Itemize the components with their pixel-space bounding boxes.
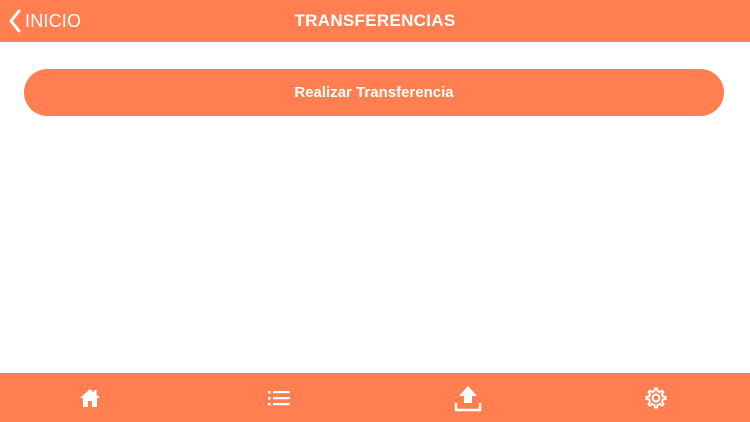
back-button[interactable]: INICIO bbox=[8, 0, 81, 42]
gear-icon bbox=[644, 386, 668, 410]
tab-settings[interactable] bbox=[626, 373, 686, 422]
tab-transfer[interactable] bbox=[438, 373, 498, 422]
make-transfer-button[interactable]: Realizar Transferencia bbox=[24, 69, 724, 116]
chevron-left-icon bbox=[8, 9, 22, 33]
top-navigation-bar: INICIO TRANSFERENCIAS bbox=[0, 0, 750, 42]
list-icon bbox=[267, 389, 291, 407]
main-content: Realizar Transferencia bbox=[0, 42, 750, 373]
home-icon bbox=[79, 388, 101, 408]
back-label: INICIO bbox=[25, 10, 82, 31]
bottom-tab-bar bbox=[0, 373, 750, 422]
app-screen: INICIO TRANSFERENCIAS Realizar Transfere… bbox=[0, 0, 750, 422]
page-title: TRANSFERENCIAS bbox=[294, 11, 456, 30]
tab-list[interactable] bbox=[249, 373, 309, 422]
upload-icon bbox=[454, 384, 482, 412]
make-transfer-button-label: Realizar Transferencia bbox=[294, 84, 454, 101]
tab-home[interactable] bbox=[60, 373, 120, 422]
